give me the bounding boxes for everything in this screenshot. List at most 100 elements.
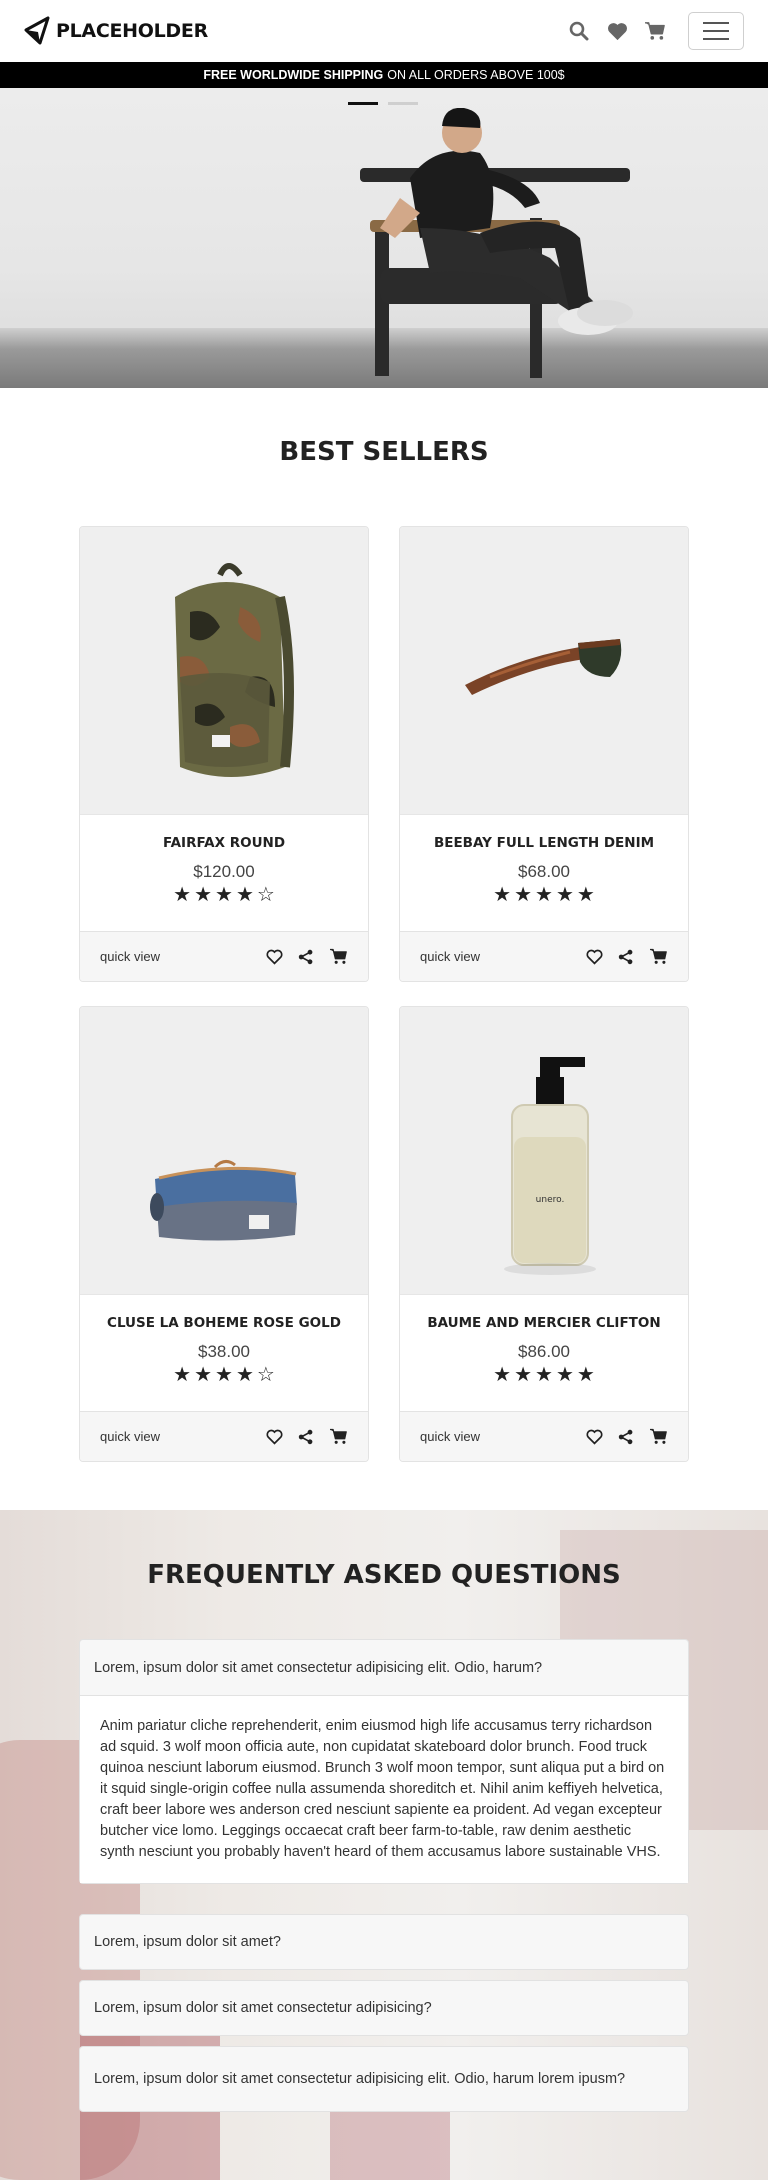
share-icon[interactable] — [616, 947, 636, 967]
product-price: $120.00 — [193, 862, 255, 881]
heart-icon[interactable] — [606, 20, 628, 42]
sunglasses-image — [465, 639, 622, 695]
cart-icon[interactable] — [644, 20, 666, 42]
star-empty-icon: ☆ — [256, 1364, 275, 1386]
hero-carousel — [0, 88, 768, 388]
star-filled-icon: ★ — [173, 1364, 192, 1386]
star-filled-icon: ★ — [194, 1364, 213, 1386]
backpack-image — [175, 563, 294, 777]
share-icon[interactable] — [296, 1427, 316, 1447]
wishlist-heart-icon[interactable] — [264, 947, 284, 967]
product-card[interactable]: CLUSE LA BOHEME ROSE GOLD $38.00 ★ ★ ★ ★ ☆ q… — [79, 1006, 369, 1462]
star-filled-icon: ★ — [194, 884, 213, 906]
quick-view-link[interactable]: quick view — [100, 949, 160, 964]
svg-text:unero.: unero. — [536, 1195, 565, 1205]
product-card[interactable]: unero. BAUME AND MERCIER CLIFTON $86.00 … — [399, 1006, 689, 1462]
wishlist-heart-icon[interactable] — [584, 947, 604, 967]
faq-question[interactable]: Lorem, ipsum dolor sit amet? — [80, 1915, 688, 1969]
menu-toggle-button[interactable] — [688, 12, 744, 50]
product-price: $38.00 — [198, 1342, 250, 1361]
faq-question[interactable]: Lorem, ipsum dolor sit amet consectetur … — [80, 1640, 688, 1695]
card-actions — [264, 947, 348, 967]
product-image[interactable] — [400, 527, 688, 815]
carousel-indicators — [348, 102, 418, 105]
product-name[interactable]: BAUME AND MERCIER CLIFTON — [400, 1315, 688, 1331]
rating-stars: ★ ★ ★ ★ ☆ — [80, 885, 368, 905]
add-to-cart-icon[interactable] — [328, 947, 348, 967]
rating-stars: ★ ★ ★ ★ ☆ — [80, 1365, 368, 1385]
product-name[interactable]: BEEBAY FULL LENGTH DENIM — [400, 835, 688, 851]
star-filled-icon: ★ — [555, 884, 574, 906]
product-image[interactable] — [80, 527, 368, 815]
promo-bar: FREE WORLDWIDE SHIPPING ON ALL ORDERS AB… — [0, 62, 768, 88]
star-filled-icon: ★ — [535, 884, 553, 906]
card-footer: quick view — [80, 1411, 368, 1461]
wishlist-heart-icon[interactable] — [584, 1427, 604, 1447]
pencil-case-image — [150, 1160, 297, 1241]
faq-title: FREQUENTLY ASKED QUESTIONS — [147, 1560, 621, 1590]
star-filled-icon: ★ — [535, 1364, 553, 1386]
add-to-cart-icon[interactable] — [648, 947, 668, 967]
rating-stars: ★ ★ ★ ★ ★ — [400, 1365, 688, 1385]
star-filled-icon: ★ — [215, 1364, 233, 1386]
product-image[interactable] — [80, 1007, 368, 1295]
product-image[interactable]: unero. — [400, 1007, 688, 1295]
product-price: $86.00 — [518, 1342, 570, 1361]
faq-section: FREQUENTLY ASKED QUESTIONS Lorem, ipsum … — [0, 1510, 768, 2180]
card-actions — [584, 1427, 668, 1447]
nav-icons — [568, 12, 744, 50]
card-footer: quick view — [400, 1411, 688, 1461]
faq-item: Lorem, ipsum dolor sit amet consectetur … — [79, 1639, 689, 1884]
wishlist-heart-icon[interactable] — [264, 1427, 284, 1447]
menu-icon-bar — [703, 38, 729, 40]
promo-text: ON ALL ORDERS ABOVE 100$ — [387, 68, 565, 82]
faq-item: Lorem, ipsum dolor sit amet consectetur … — [79, 2046, 689, 2112]
share-icon[interactable] — [616, 1427, 636, 1447]
card-actions — [264, 1427, 348, 1447]
star-empty-icon: ☆ — [256, 884, 275, 906]
brand-name: PLACEHOLDER — [56, 20, 208, 42]
promo-bold: FREE WORLDWIDE SHIPPING — [203, 68, 384, 82]
rating-stars: ★ ★ ★ ★ ★ — [400, 885, 688, 905]
star-filled-icon: ★ — [235, 884, 254, 906]
add-to-cart-icon[interactable] — [648, 1427, 668, 1447]
brand-link[interactable]: PLACEHOLDER — [24, 16, 208, 46]
star-filled-icon: ★ — [235, 1364, 254, 1386]
search-icon[interactable] — [568, 20, 590, 42]
product-price: $68.00 — [518, 862, 570, 881]
carousel-indicator[interactable] — [388, 102, 418, 105]
star-filled-icon: ★ — [555, 1364, 574, 1386]
card-footer: quick view — [80, 931, 368, 981]
quick-view-link[interactable]: quick view — [420, 949, 480, 964]
logo-icon — [24, 16, 50, 45]
product-card[interactable]: BEEBAY FULL LENGTH DENIM $68.00 ★ ★ ★ ★ ★ qu… — [399, 526, 689, 982]
star-filled-icon: ★ — [576, 1364, 595, 1386]
faq-question[interactable]: Lorem, ipsum dolor sit amet consectetur … — [80, 2047, 688, 2111]
quick-view-link[interactable]: quick view — [420, 1429, 480, 1444]
star-filled-icon: ★ — [215, 884, 233, 906]
card-footer: quick view — [400, 931, 688, 981]
faq-answer: Anim pariatur cliche reprehenderit, enim… — [80, 1695, 688, 1883]
star-filled-icon: ★ — [493, 1364, 512, 1386]
hero-image — [360, 108, 633, 378]
add-to-cart-icon[interactable] — [328, 1427, 348, 1447]
share-icon[interactable] — [296, 947, 316, 967]
product-name[interactable]: FAIRFAX ROUND — [80, 835, 368, 851]
faq-item: Lorem, ipsum dolor sit amet? — [79, 1914, 689, 1970]
star-filled-icon: ★ — [514, 884, 533, 906]
star-filled-icon: ★ — [514, 1364, 533, 1386]
best-sellers-title: BEST SELLERS — [279, 437, 489, 467]
navbar: PLACEHOLDER — [0, 0, 768, 62]
menu-icon-bar — [703, 30, 729, 32]
carousel-indicator[interactable] — [348, 102, 378, 105]
star-filled-icon: ★ — [493, 884, 512, 906]
star-filled-icon: ★ — [576, 884, 595, 906]
menu-icon-bar — [703, 22, 729, 24]
quick-view-link[interactable]: quick view — [100, 1429, 160, 1444]
faq-item: Lorem, ipsum dolor sit amet consectetur … — [79, 1980, 689, 2036]
star-filled-icon: ★ — [173, 884, 192, 906]
faq-question[interactable]: Lorem, ipsum dolor sit amet consectetur … — [80, 1981, 688, 2035]
card-actions — [584, 947, 668, 967]
product-name[interactable]: CLUSE LA BOHEME ROSE GOLD — [80, 1315, 368, 1331]
product-card[interactable]: FAIRFAX ROUND $120.00 ★ ★ ★ ★ ☆ quick view — [79, 526, 369, 982]
